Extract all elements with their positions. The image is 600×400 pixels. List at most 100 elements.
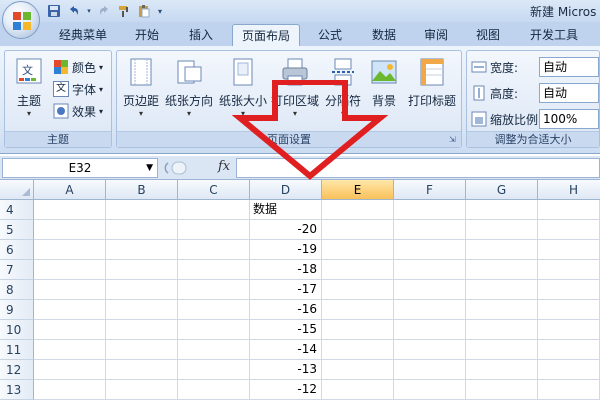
cell-d11[interactable]: -14 (250, 340, 322, 360)
cell-g11[interactable] (466, 340, 538, 360)
cell-c13[interactable] (178, 380, 250, 400)
cell-f11[interactable] (394, 340, 466, 360)
cell-e4[interactable] (322, 200, 394, 220)
office-button[interactable] (2, 1, 40, 39)
row-header[interactable]: 5 (0, 220, 34, 240)
undo-icon[interactable] (66, 3, 82, 19)
cell-b12[interactable] (106, 360, 178, 380)
save-icon[interactable] (46, 3, 62, 19)
tab-classic-menu[interactable]: 经典菜单 (50, 24, 116, 46)
cell-a8[interactable] (34, 280, 106, 300)
row-header[interactable]: 4 (0, 200, 34, 220)
cell-h9[interactable] (538, 300, 600, 320)
height-select[interactable]: 自动 (539, 83, 599, 103)
tab-formulas[interactable]: 公式 (308, 24, 352, 46)
tab-view[interactable]: 视图 (466, 24, 510, 46)
cell-d6[interactable]: -19 (250, 240, 322, 260)
row-header[interactable]: 12 (0, 360, 34, 380)
tab-review[interactable]: 审阅 (414, 24, 458, 46)
fonts-button[interactable]: 文 字体 ▾ (53, 79, 103, 99)
paste-icon[interactable] (136, 3, 152, 19)
cell-d5[interactable]: -20 (250, 220, 322, 240)
row-header[interactable]: 10 (0, 320, 34, 340)
cell-f13[interactable] (394, 380, 466, 400)
cell-a7[interactable] (34, 260, 106, 280)
cell-c11[interactable] (178, 340, 250, 360)
name-box-dropdown-icon[interactable]: ▼ (146, 159, 153, 177)
cell-b8[interactable] (106, 280, 178, 300)
size-button[interactable]: 纸张大小 ▾ (217, 57, 269, 119)
cell-f9[interactable] (394, 300, 466, 320)
cell-h11[interactable] (538, 340, 600, 360)
cell-f6[interactable] (394, 240, 466, 260)
redo-icon[interactable] (96, 3, 112, 19)
cell-g9[interactable] (466, 300, 538, 320)
cell-c5[interactable] (178, 220, 250, 240)
cell-h12[interactable] (538, 360, 600, 380)
cell-c12[interactable] (178, 360, 250, 380)
orientation-button[interactable]: 纸张方向 ▾ (163, 57, 215, 119)
cell-b13[interactable] (106, 380, 178, 400)
effects-button[interactable]: 效果 ▾ (53, 101, 103, 121)
cell-a12[interactable] (34, 360, 106, 380)
cell-h13[interactable] (538, 380, 600, 400)
cell-h7[interactable] (538, 260, 600, 280)
cell-e6[interactable] (322, 240, 394, 260)
cell-b5[interactable] (106, 220, 178, 240)
cell-f10[interactable] (394, 320, 466, 340)
cell-f12[interactable] (394, 360, 466, 380)
cell-c6[interactable] (178, 240, 250, 260)
row-header[interactable]: 11 (0, 340, 34, 360)
cell-d12[interactable]: -13 (250, 360, 322, 380)
breaks-button[interactable]: 分隔符 ▾ (321, 57, 365, 119)
cell-g13[interactable] (466, 380, 538, 400)
column-header-b[interactable]: B (106, 180, 178, 200)
cell-f8[interactable] (394, 280, 466, 300)
cell-e12[interactable] (322, 360, 394, 380)
column-header-a[interactable]: A (34, 180, 106, 200)
cell-f4[interactable] (394, 200, 466, 220)
cell-e13[interactable] (322, 380, 394, 400)
column-header-c[interactable]: C (178, 180, 250, 200)
cell-b10[interactable] (106, 320, 178, 340)
row-header[interactable]: 8 (0, 280, 34, 300)
cell-d10[interactable]: -15 (250, 320, 322, 340)
cell-a11[interactable] (34, 340, 106, 360)
tab-data[interactable]: 数据 (362, 24, 406, 46)
row-header[interactable]: 6 (0, 240, 34, 260)
print-titles-button[interactable]: 打印标题 (405, 57, 459, 109)
cell-g10[interactable] (466, 320, 538, 340)
cell-g5[interactable] (466, 220, 538, 240)
cell-g12[interactable] (466, 360, 538, 380)
margins-button[interactable]: 页边距 ▾ (121, 57, 161, 119)
cell-h4[interactable] (538, 200, 600, 220)
insert-function-button[interactable]: fx (218, 159, 230, 174)
format-painter-icon[interactable] (116, 3, 132, 19)
tab-home[interactable]: 开始 (126, 24, 168, 46)
cell-e11[interactable] (322, 340, 394, 360)
cell-a5[interactable] (34, 220, 106, 240)
cell-a6[interactable] (34, 240, 106, 260)
column-header-e[interactable]: E (322, 180, 394, 200)
cell-e10[interactable] (322, 320, 394, 340)
cell-b11[interactable] (106, 340, 178, 360)
cell-g8[interactable] (466, 280, 538, 300)
column-header-d[interactable]: D (250, 180, 322, 200)
tab-page-layout[interactable]: 页面布局 (232, 24, 300, 46)
customize-qat-icon[interactable]: ▾ (156, 3, 164, 19)
cell-h10[interactable] (538, 320, 600, 340)
cell-e8[interactable] (322, 280, 394, 300)
column-header-h[interactable]: H (538, 180, 600, 200)
scale-input[interactable]: 100% (539, 109, 599, 129)
cell-d4[interactable]: 数据 (250, 200, 322, 220)
cell-e7[interactable] (322, 260, 394, 280)
theme-button[interactable]: 文 主题 ▾ (9, 57, 49, 119)
cell-c10[interactable] (178, 320, 250, 340)
select-all-button[interactable] (0, 180, 34, 200)
cell-f5[interactable] (394, 220, 466, 240)
name-box[interactable]: E32 ▼ (2, 158, 158, 178)
cell-e9[interactable] (322, 300, 394, 320)
cell-a13[interactable] (34, 380, 106, 400)
cell-d13[interactable]: -12 (250, 380, 322, 400)
width-select[interactable]: 自动 (539, 57, 599, 77)
